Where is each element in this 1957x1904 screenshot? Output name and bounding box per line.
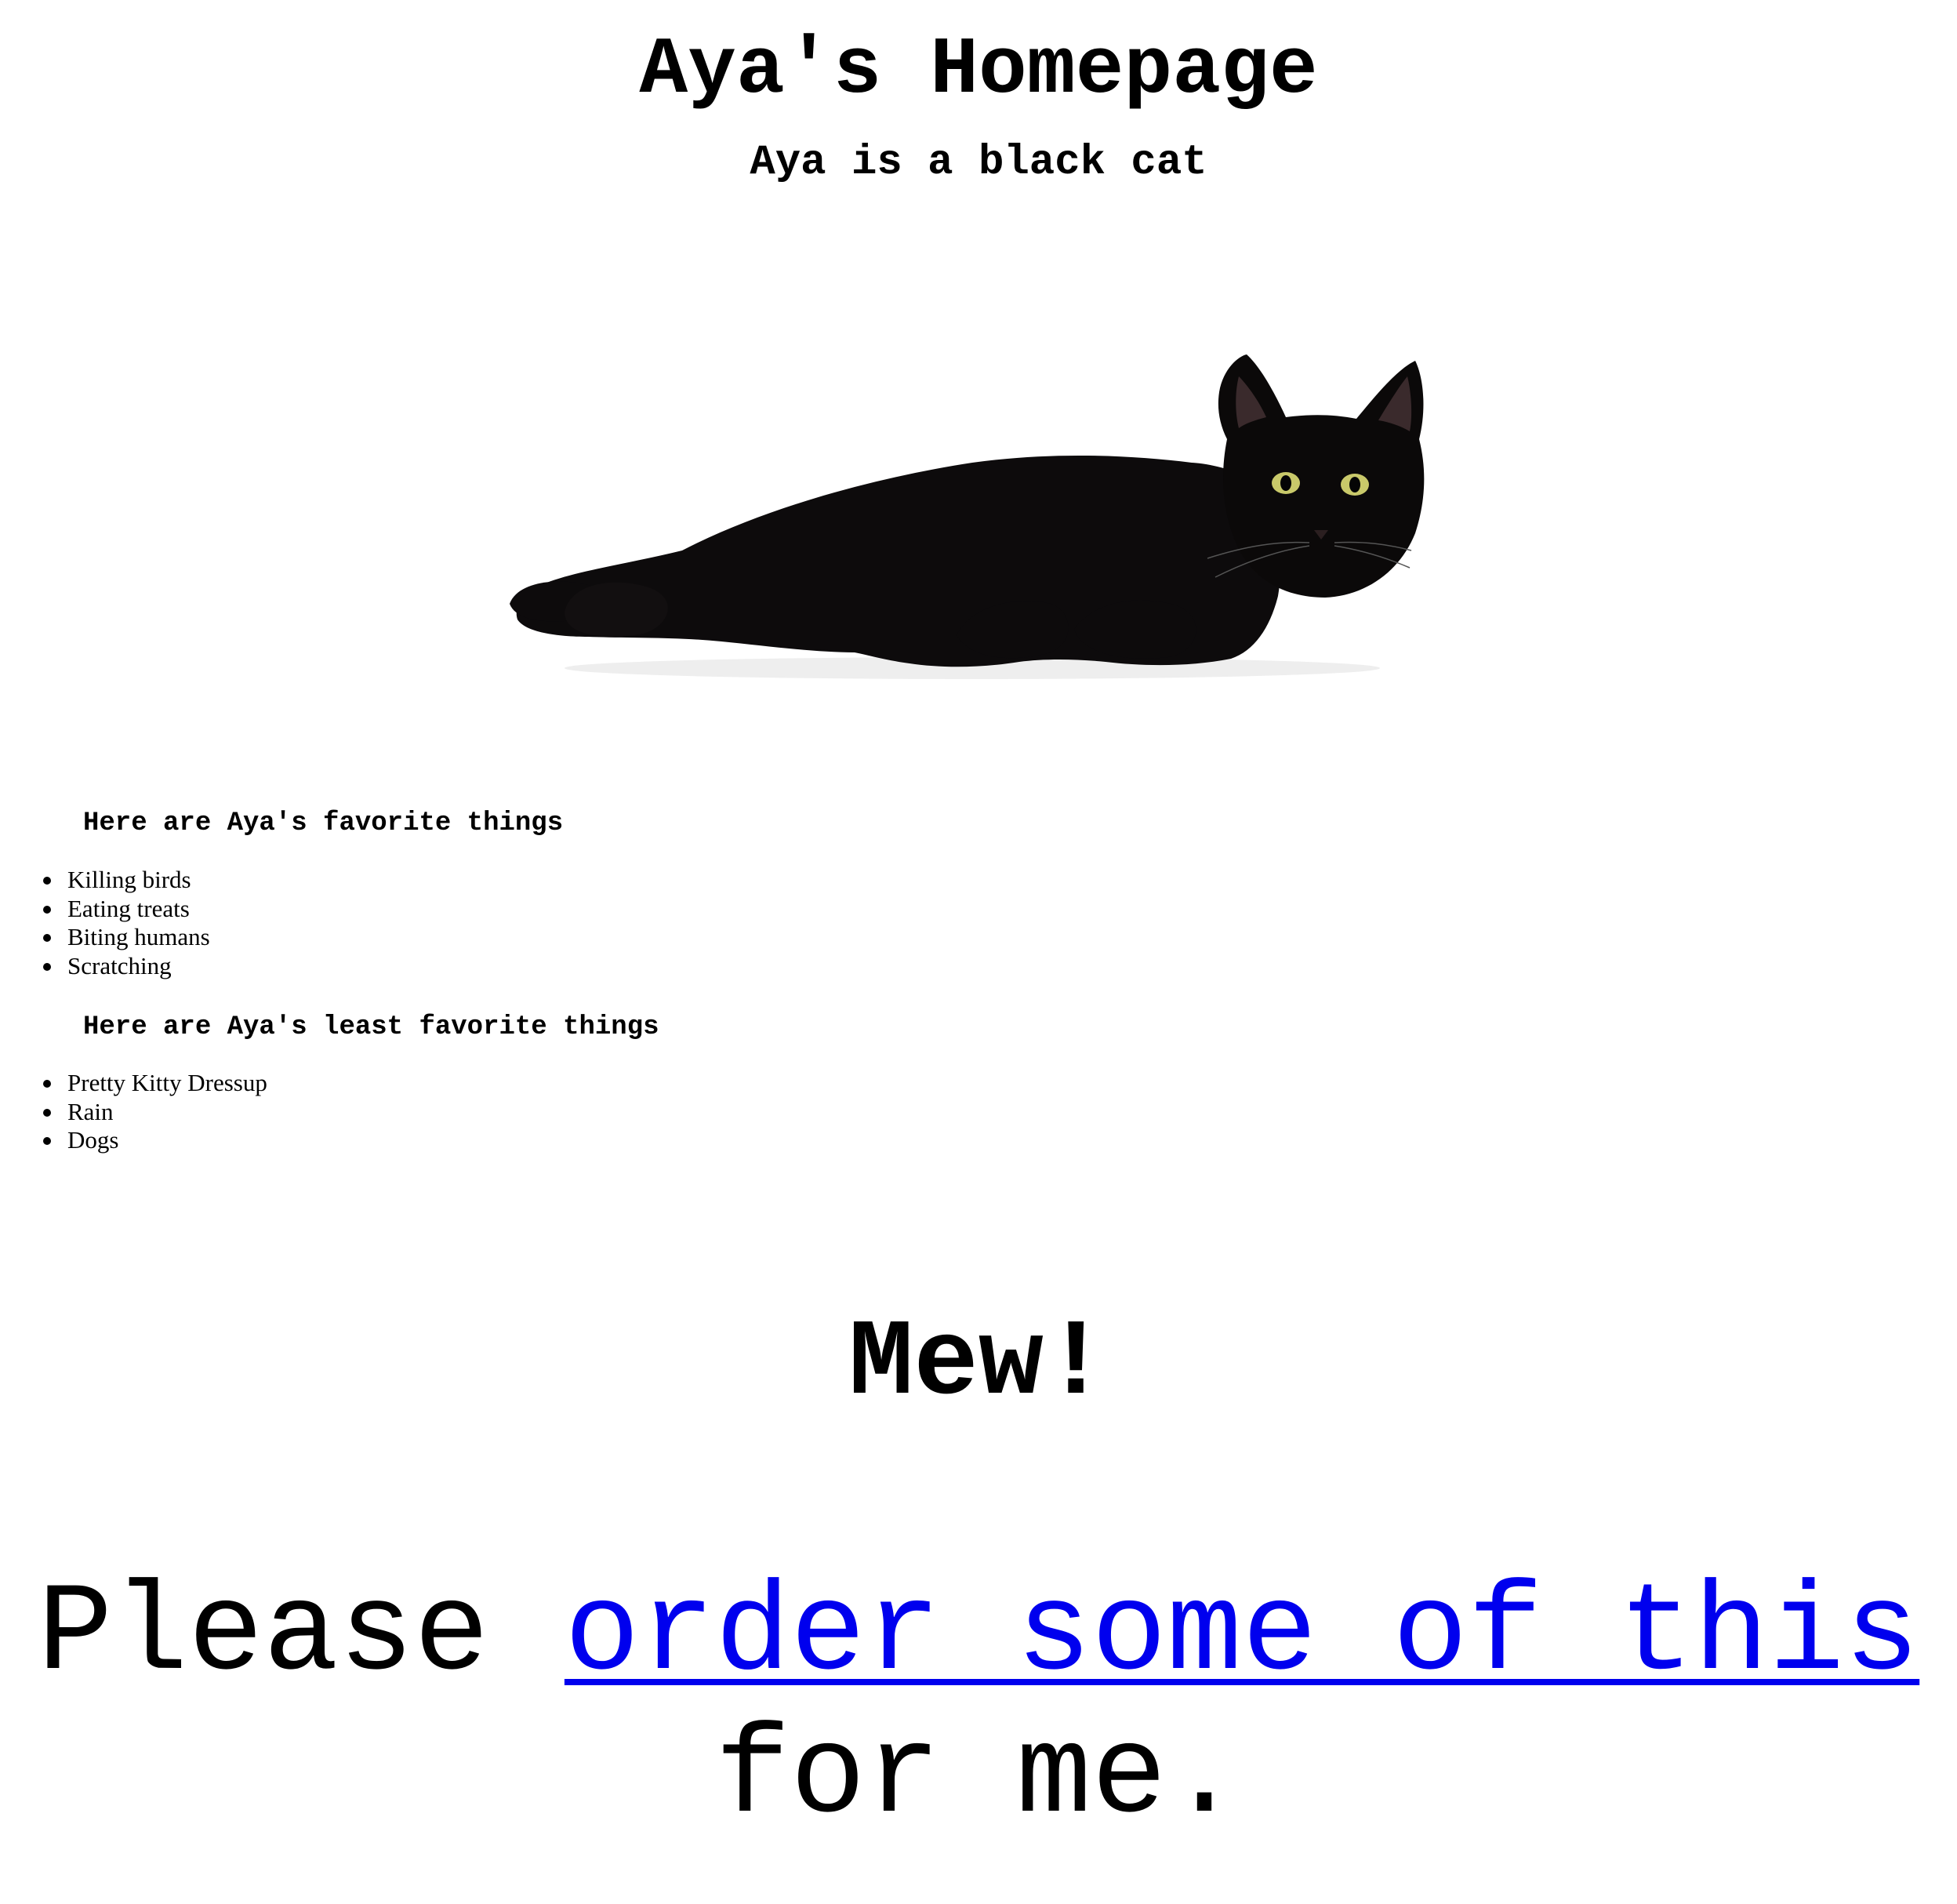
- plea-before: Please: [37, 1564, 565, 1706]
- bullet-icon: [43, 1137, 51, 1145]
- list-item-label: Scratching: [67, 951, 172, 979]
- black-cat-photo: [510, 354, 1425, 679]
- favorites-heading: Here are Aya's favorite things: [83, 808, 564, 838]
- bullet-icon: [43, 934, 51, 942]
- page-title: Aya's Homepage: [639, 24, 1318, 116]
- list-item-label: Rain: [67, 1097, 114, 1125]
- cat-pupil-left: [1280, 475, 1291, 491]
- list-item: Dogs: [38, 1126, 267, 1155]
- mew-heading: Mew!: [848, 1303, 1109, 1426]
- least-favorites-list: Pretty Kitty Dressup Rain Dogs: [38, 1069, 267, 1155]
- list-item-label: Pretty Kitty Dressup: [67, 1069, 267, 1096]
- list-item-label: Eating treats: [67, 894, 190, 922]
- bullet-icon: [43, 1080, 51, 1088]
- list-item-label: Biting humans: [67, 923, 210, 950]
- bullet-icon: [43, 877, 51, 885]
- least-favorites-heading: Here are Aya's least favorite things: [83, 1012, 659, 1042]
- list-item-label: Killing birds: [67, 866, 191, 893]
- list-item: Eating treats: [38, 895, 210, 924]
- order-link[interactable]: order some of this: [565, 1564, 1919, 1706]
- list-item: Pretty Kitty Dressup: [38, 1069, 267, 1098]
- bullet-icon: [43, 962, 51, 971]
- favorites-list: Killing birds Eating treats Biting human…: [38, 866, 210, 980]
- cat-pupil-right: [1349, 477, 1360, 492]
- list-item-label: Dogs: [67, 1126, 119, 1154]
- list-item: Biting humans: [38, 923, 210, 952]
- list-item: Killing birds: [38, 866, 210, 895]
- plea-after: for me.: [714, 1707, 1243, 1849]
- list-item: Rain: [38, 1098, 267, 1127]
- list-item: Scratching: [38, 952, 210, 981]
- order-plea: Please order some of this for me.: [0, 1564, 1957, 1850]
- page-subtitle: Aya is a black cat: [750, 139, 1207, 187]
- bullet-icon: [43, 1108, 51, 1117]
- bullet-icon: [43, 905, 51, 914]
